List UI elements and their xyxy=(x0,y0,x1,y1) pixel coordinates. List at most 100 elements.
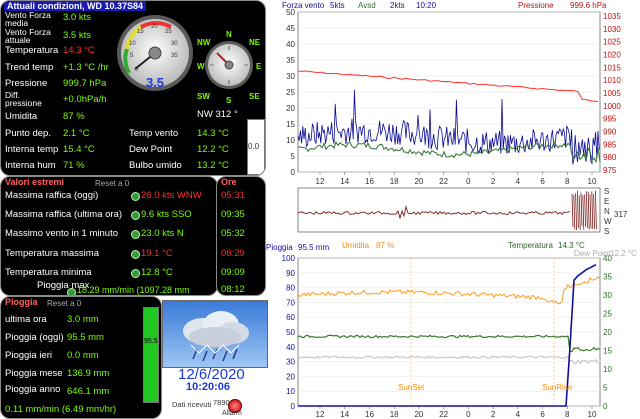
temperature-label: Temperatura xyxy=(5,45,59,56)
rain-left-tick: 100 xyxy=(282,254,296,263)
wind-x-tick: 6 xyxy=(540,177,545,186)
wind-chart-left-axis: 50454035302520151050 xyxy=(286,8,295,177)
gauge-tick-15: 15 xyxy=(137,29,144,35)
max-gust-hour-value: 9.6 kts SSO xyxy=(141,209,192,220)
rain-left-tick: 30 xyxy=(286,358,295,367)
legend-wind-kts: 5kts xyxy=(330,1,345,10)
wind-right-tick: 1020 xyxy=(603,51,621,60)
gauge-tick-10: 10 xyxy=(129,41,136,47)
max-rain-value: 18.29 mm/min (1097.28 mm xyxy=(77,285,190,295)
humidity-label: Umidita xyxy=(5,111,38,122)
rain-year-value: 646.1 mm xyxy=(67,386,110,397)
wet-bulb-value: 13.2 °C xyxy=(197,160,229,171)
compass-sw: SW xyxy=(197,92,210,101)
wind-left-tick: 10 xyxy=(286,136,295,145)
wind-right-tick: 1035 xyxy=(603,12,621,21)
times-panel: Ore 05:31 09:35 05:32 06:29 09:09 08:12 xyxy=(216,176,266,296)
wind-x-tick: 10 xyxy=(588,177,597,186)
data-received-label: Dati ricevuti xyxy=(172,400,212,409)
wind-direction-value: NW 312 ° xyxy=(197,109,238,120)
wind-speed-gauge: 0 5 10 15 20 25 30 35 3.5 xyxy=(117,15,193,91)
rain-panel: Pioggia Reset a 0 ultima ora 3.0 mm Piog… xyxy=(0,296,162,419)
rain-reset-link[interactable]: Reset a 0 xyxy=(47,299,81,308)
rain-left-tick: 80 xyxy=(286,284,295,293)
time-max-gust-hour: 09:35 xyxy=(221,209,245,220)
wind-x-tick: 0 xyxy=(466,177,471,186)
temp-trend-label: Trend temp xyxy=(5,62,54,73)
wind-chill-value: 14.3 °C xyxy=(197,128,229,139)
legend-dew-val: 12.2 °C xyxy=(610,249,637,258)
dir-label-1: E xyxy=(604,197,609,206)
rain-right-tick: 10 xyxy=(603,365,612,374)
wind-right-tick: 1000 xyxy=(603,102,621,111)
rain-right-tick: 0 xyxy=(603,402,608,411)
wind-direction-compass: N NW NE E W SW SE S xyxy=(197,30,262,103)
compass-nw: NW xyxy=(197,38,211,47)
dir-label-4: S xyxy=(604,227,609,236)
legend-wind: Forza vento xyxy=(282,1,325,10)
rain-today-label: Pioggia (oggi) xyxy=(5,332,64,343)
max-gust-hour-label: Massima raffica (ultima ora) xyxy=(5,209,123,220)
rain-yesterday-label: Pioggia ieri xyxy=(5,350,52,361)
dew-point-label: Punto dep. xyxy=(5,128,51,139)
direction-chart-frame xyxy=(297,187,601,233)
gauge-tick-35: 35 xyxy=(171,53,178,59)
temp-trend-value: +1.3 °C /hr xyxy=(63,62,109,73)
indoor-hum-label: Interna hum xyxy=(5,160,56,171)
rain-x-tick: 12 xyxy=(316,410,325,419)
avg-wind-label: Vento Forza media xyxy=(5,10,51,28)
wind-right-tick: 995 xyxy=(603,115,617,124)
rain-x-tick: 14 xyxy=(340,410,349,419)
max-gust-today-dot xyxy=(131,192,140,201)
legend-rain: Pioggia xyxy=(266,243,293,252)
rain-right-tick: 5 xyxy=(603,384,608,393)
max-1min-wind-value: 23.0 kts N xyxy=(141,228,184,239)
legend-avg: Avsd xyxy=(358,1,376,10)
rain-left-tick: 10 xyxy=(286,387,295,396)
wind-left-tick: 15 xyxy=(286,120,295,129)
rain-right-tick: 25 xyxy=(603,310,612,319)
pressure-value: 999.7 hPa xyxy=(63,78,107,89)
time-max-1min: 05:32 xyxy=(221,228,245,239)
wind-right-tick: 1015 xyxy=(603,63,621,72)
wind-x-tick: 20 xyxy=(414,177,423,186)
rain-x-tick: 16 xyxy=(365,410,374,419)
current-conditions-panel: Attuali condizioni, WD 10.37S84 Vento Fo… xyxy=(0,0,266,176)
wind-right-tick: 1025 xyxy=(603,38,621,47)
rain-left-tick: 50 xyxy=(286,328,295,337)
indoor-temp-value: 15.4 °C xyxy=(63,144,95,155)
wind-chill-label: Temp vento xyxy=(129,128,179,139)
rain-chart-x-axis: 12 14 16 18 20 22 0 2 4 6 8 10 xyxy=(316,406,597,419)
dewpoint2-label: Dew Point xyxy=(129,144,173,155)
max-gust-today-value: 26.0 kts WNW xyxy=(141,190,202,201)
wind-left-tick: 5 xyxy=(291,152,296,161)
wind-right-tick: 1030 xyxy=(603,25,621,34)
time-display: 10:20:06 xyxy=(186,381,231,393)
rain-right-tick: 35 xyxy=(603,273,612,282)
wind-left-tick: 25 xyxy=(286,88,295,97)
rain-left-tick: 20 xyxy=(286,372,295,381)
rain-bar-fill xyxy=(144,308,158,402)
rain-last-hour-value: 3.0 mm xyxy=(67,314,99,325)
time-min-temp: 09:09 xyxy=(221,267,245,278)
rain-rate-value: 0.11 mm/min (6.49 mm/hr) xyxy=(5,404,117,415)
weather-icon-box xyxy=(162,300,268,368)
wet-bulb-label: Bulbo umido xyxy=(129,160,182,171)
extremes-title: Valori estremi xyxy=(5,177,65,187)
rain-bar-value: 95.5 xyxy=(144,338,158,345)
wind-chart-right-axis: 1035 1030 1025 1020 1015 1010 1005 1000 995 990 98… xyxy=(603,12,621,175)
rain-right-tick: 30 xyxy=(603,291,612,300)
rain-left-tick: 40 xyxy=(286,343,295,352)
wind-x-tick: 2 xyxy=(491,177,496,186)
wind-right-tick: 990 xyxy=(603,128,617,137)
rain-title: Pioggia xyxy=(5,297,38,307)
legend-humidity-val: 87 % xyxy=(376,241,394,250)
rain-chart-left-axis: 1009080706050403020100 xyxy=(282,254,296,411)
sunset-marker: SunSet xyxy=(398,383,425,392)
current-wind-value: 3.5 kts xyxy=(63,30,91,41)
temperature-value: 14.3 °C xyxy=(63,45,95,56)
wind-right-tick: 1005 xyxy=(603,89,621,98)
compass-n: N xyxy=(226,30,232,39)
rain-cloud-icon xyxy=(183,311,249,362)
extremes-reset-link[interactable]: Reset a 0 xyxy=(95,179,129,188)
